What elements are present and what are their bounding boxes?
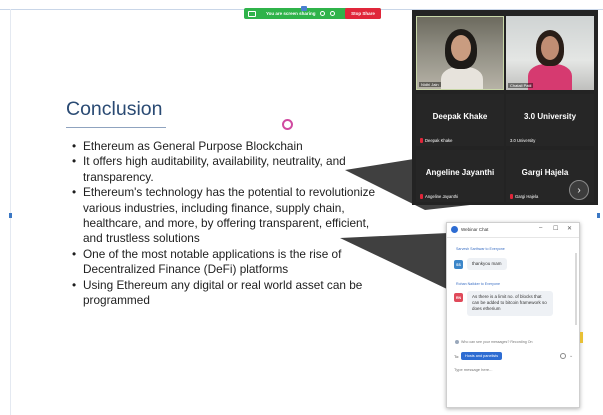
minimize-icon[interactable]: – <box>539 225 542 231</box>
participant-figure <box>528 64 572 90</box>
bullet-item: Ethereum as General Purpose Blockchain <box>72 139 377 155</box>
more-options-icon[interactable]: ⌄ <box>569 353 573 359</box>
message-sender: Sarvesh Sarthwar to Everyone <box>456 247 505 251</box>
sharing-status-text: You are screen sharing <box>266 11 316 16</box>
title-underline <box>66 127 166 128</box>
message-visibility-note: Who can see your messages? Recording On <box>455 340 533 344</box>
participant-video-tile[interactable]: Chatali Patil <box>506 16 594 90</box>
participant-display-name: Deepak Khake <box>432 112 488 121</box>
participant-display-name: Gargi Hajela <box>521 168 569 177</box>
participant-name-tile[interactable]: Angeline Jayanthi Angeline Jayanthi <box>416 150 504 202</box>
chat-message-input[interactable] <box>454 367 572 372</box>
bullet-item: Using Ethereum any digital or real world… <box>72 278 377 309</box>
participant-label: 3.0 University <box>510 138 535 143</box>
window-edge-marker <box>580 332 583 343</box>
participant-name: Nidhi Jain <box>419 82 441 87</box>
participant-display-name: Angeline Jayanthi <box>425 168 495 177</box>
annotation-circle-icon <box>282 119 293 130</box>
pin-icon[interactable] <box>301 6 307 11</box>
recipient-dropdown[interactable]: Hosts and panelists <box>461 352 503 360</box>
stop-share-button[interactable]: Stop Share <box>345 8 381 19</box>
screen-icon <box>248 10 256 17</box>
screen-share-view: You are screen sharing Stop Share Conclu… <box>0 0 603 415</box>
chat-message: thankyou mam <box>467 258 507 271</box>
slide-title: Conclusion <box>66 98 163 120</box>
participant-face <box>541 36 559 60</box>
participant-gallery: Nidhi Jain Chatali Patil Deepak Khake De… <box>412 10 598 205</box>
participant-name-tile[interactable]: Deepak Khake Deepak Khake <box>416 94 504 146</box>
participant-face <box>451 35 471 61</box>
chat-title: Webinar Chat <box>461 227 489 232</box>
maximize-icon[interactable]: ☐ <box>553 225 558 232</box>
message-sender: Rohan Naikker to Everyone <box>456 282 500 286</box>
to-label: To: <box>454 354 460 359</box>
participant-label-text: Angeline Jayanthi <box>425 194 459 199</box>
participant-name: Chatali Patil <box>508 83 534 88</box>
participant-label: Angeline Jayanthi <box>420 194 458 199</box>
bullet-item: One of the most notable applications is … <box>72 247 377 278</box>
participant-label-text: Gargi Hajela <box>515 194 539 199</box>
settings-icon[interactable] <box>330 11 336 16</box>
close-icon[interactable]: ✕ <box>567 225 572 232</box>
zoom-logo-icon <box>451 226 458 233</box>
webinar-chat-window: Webinar Chat – ☐ ✕ Sarvesh Sarthwar to E… <box>446 222 580 408</box>
chat-divider <box>447 237 579 238</box>
participant-video-tile[interactable]: Nidhi Jain <box>416 16 504 90</box>
bullet-item: Ethereum's technology has the potential … <box>72 185 377 247</box>
chat-scrollbar[interactable] <box>575 253 577 325</box>
avatar: SS <box>454 260 463 269</box>
muted-mic-icon <box>510 194 513 199</box>
participant-label: Deepak Khake <box>420 138 452 143</box>
chevron-right-icon[interactable]: › <box>569 180 589 200</box>
emoji-icon[interactable] <box>560 353 566 359</box>
bullet-list: Ethereum as General Purpose Blockchain I… <box>72 139 377 308</box>
avatar: RN <box>454 293 463 302</box>
visibility-note-text: Who can see your messages? Recording On <box>461 340 533 344</box>
participant-name-tile[interactable]: 3.0 University 3.0 University <box>506 94 594 146</box>
pause-share-icon[interactable] <box>320 11 326 16</box>
participant-label-text: 3.0 University <box>510 138 536 143</box>
bullet-item: It offers high auditability, availabilit… <box>72 154 377 185</box>
participant-display-name: 3.0 University <box>523 112 577 121</box>
participant-figure <box>441 67 483 89</box>
participant-label: Gargi Hajela <box>510 194 538 199</box>
chat-message: As there is a limit no. of blocks that c… <box>467 291 553 316</box>
chat-titlebar: Webinar Chat <box>447 223 579 236</box>
muted-mic-icon <box>420 138 423 143</box>
person-icon <box>455 340 459 344</box>
participant-label-text: Deepak Khake <box>425 138 453 143</box>
muted-mic-icon <box>420 194 423 199</box>
